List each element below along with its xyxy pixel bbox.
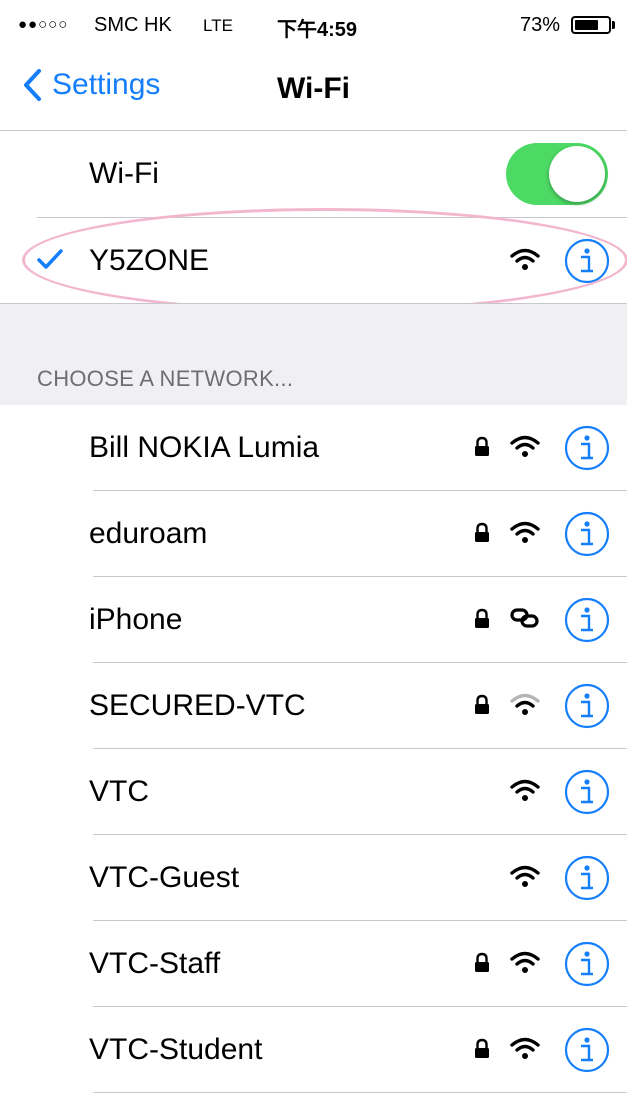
clock: 下午4:59 [277, 19, 358, 41]
info-button-icon[interactable] [564, 1027, 610, 1073]
network-name: iPhone [89, 603, 183, 636]
battery-nub [612, 21, 615, 29]
wifi-icon [510, 865, 540, 887]
network-row[interactable]: iPhone [0, 577, 627, 663]
signal-strength-dots: ●●○○○ [18, 16, 69, 33]
network-row[interactable]: SECURED-VTC [0, 663, 627, 749]
lock-icon [475, 694, 489, 714]
wifi-icon [510, 521, 540, 543]
network-name: VTC-Staff [89, 947, 221, 980]
section-gap: CHOOSE A NETWORK... [0, 303, 627, 406]
lock-icon [475, 952, 489, 972]
lock-icon [475, 1038, 489, 1058]
battery-percent: 73% [520, 14, 561, 36]
network-row[interactable]: VTC-Guest [0, 835, 627, 921]
network-name: VTC-Student [89, 1033, 263, 1066]
info-button-icon[interactable] [564, 769, 610, 815]
info-button-icon[interactable] [564, 597, 610, 643]
network-row[interactable]: eduroam [0, 491, 627, 577]
network-row[interactable]: Bill NOKIA Lumia [0, 405, 627, 491]
section-header: CHOOSE A NETWORK... [37, 366, 294, 391]
connected-network-row[interactable]: Y5ZONE [0, 218, 627, 304]
wifi-icon [510, 248, 540, 270]
wifi-icon [510, 1037, 540, 1059]
divider [93, 1092, 627, 1093]
info-button-icon[interactable] [564, 683, 610, 729]
wifi-toggle-label: Wi-Fi [89, 157, 159, 190]
info-button-icon[interactable] [564, 511, 610, 557]
network-name: VTC-Guest [89, 861, 240, 894]
connected-network-name: Y5ZONE [89, 244, 210, 277]
network-row[interactable]: VTC-Student [0, 1007, 627, 1093]
info-button-icon[interactable] [564, 855, 610, 901]
info-button-icon[interactable] [564, 425, 610, 471]
network-row[interactable]: VTC [0, 749, 627, 835]
lock-icon [475, 522, 489, 542]
info-button-icon[interactable] [564, 941, 610, 987]
carrier-name: SMC HK [94, 14, 172, 36]
network-type: LTE [203, 16, 233, 35]
toggle-knob [549, 146, 605, 202]
network-row[interactable]: VTC-Staff [0, 921, 627, 1007]
wifi-toggle-switch[interactable] [506, 143, 608, 205]
page-title: Wi-Fi [276, 72, 351, 105]
wifi-icon [510, 693, 540, 715]
info-button-icon[interactable] [564, 238, 610, 284]
network-name: VTC [89, 775, 149, 808]
wifi-toggle-row: Wi-Fi [0, 131, 627, 217]
wifi-icon [510, 435, 540, 457]
network-name: SECURED-VTC [89, 689, 306, 722]
navigation-bar: Settings Wi-Fi [0, 50, 627, 131]
checkmark-icon [37, 249, 63, 269]
wifi-icon [510, 951, 540, 973]
network-name: Bill NOKIA Lumia [89, 431, 320, 464]
status-bar: ●●○○○ SMC HK LTE 下午4:59 73% [0, 0, 627, 50]
lock-icon [475, 608, 489, 628]
network-name: eduroam [89, 517, 208, 550]
wifi-icon [510, 779, 540, 801]
personal-hotspot-link-icon [510, 608, 539, 628]
lock-icon [475, 436, 489, 456]
battery-icon [571, 16, 611, 34]
